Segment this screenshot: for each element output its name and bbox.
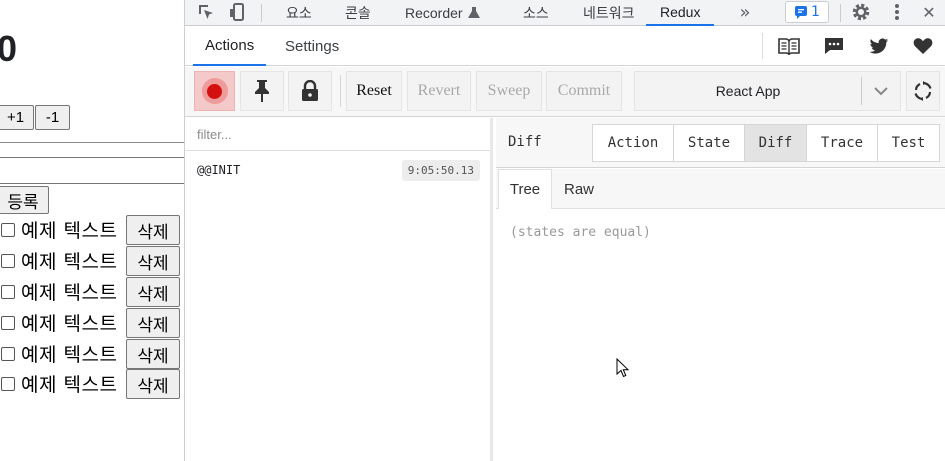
todo-item: 예제 텍스트 삭제 — [0, 276, 184, 307]
record-icon — [201, 78, 228, 104]
increment-button[interactable]: +1 — [0, 105, 34, 130]
mouse-cursor-icon — [616, 357, 630, 382]
todo-text: 예제 텍스트 — [21, 344, 118, 366]
todo-item: 예제 텍스트 삭제 — [0, 214, 184, 245]
tab-actions[interactable]: Actions — [193, 27, 267, 66]
diff-monitor: Diff Action State Diff Trace Test Tree R… — [496, 118, 945, 461]
todo-checkbox[interactable] — [1, 346, 15, 361]
todo-item: 예제 텍스트 삭제 — [0, 307, 184, 338]
sync-icon — [914, 81, 932, 101]
commit-button[interactable]: Commit — [546, 71, 622, 111]
tab-redux[interactable]: Redux — [646, 0, 715, 26]
todo-checkbox[interactable] — [1, 253, 15, 268]
sync-button[interactable] — [906, 71, 940, 111]
diff-subtabs: Tree Raw — [496, 169, 945, 209]
tab-test[interactable]: Test — [877, 124, 940, 162]
delete-button[interactable]: 삭제 — [126, 308, 180, 338]
delete-button[interactable]: 삭제 — [126, 246, 180, 276]
tab-action[interactable]: Action — [592, 124, 674, 162]
devtools-panel: 요소 콘솔 Recorder 소스 네트워크 Redux » 1 ✕ Actio… — [185, 0, 945, 461]
revert-button[interactable]: Revert — [407, 71, 471, 111]
subtab-raw[interactable]: Raw — [554, 169, 604, 209]
list-item[interactable]: @@INIT 9:05:50.13 — [185, 152, 490, 188]
tab-console[interactable]: 콘솔 — [345, 0, 371, 26]
action-time: 9:05:50.13 — [401, 159, 480, 181]
tab-network[interactable]: 네트워크 — [583, 0, 635, 26]
chevron-down-icon — [862, 86, 900, 96]
todo-checkbox[interactable] — [1, 222, 15, 237]
todo-item: 예제 텍스트 삭제 — [0, 245, 184, 276]
tab-elements[interactable]: 요소 — [286, 0, 312, 26]
filter-input[interactable]: filter... — [185, 118, 490, 151]
reset-button[interactable]: Reset — [346, 71, 402, 111]
todo-checkbox[interactable] — [1, 284, 15, 299]
delete-button[interactable]: 삭제 — [126, 369, 180, 399]
todo-text: 예제 텍스트 — [21, 313, 118, 335]
issues-icon — [795, 6, 808, 19]
todo-text: 예제 텍스트 — [21, 374, 118, 396]
instance-select[interactable]: React App — [634, 71, 901, 111]
redux-nav: Actions Settings — [185, 27, 945, 66]
todo-text: 예제 텍스트 — [21, 220, 118, 242]
monitor-title: Diff — [508, 134, 542, 150]
issues-button[interactable]: 1 — [785, 1, 829, 23]
chat-icon[interactable] — [821, 35, 847, 57]
inspect-icon[interactable] — [195, 2, 217, 22]
todo-input[interactable] — [0, 142, 184, 158]
tab-recorder[interactable]: Recorder — [405, 0, 481, 26]
pin-icon — [255, 80, 269, 102]
twitter-icon[interactable] — [866, 35, 892, 57]
register-button[interactable]: 등록 — [0, 186, 49, 214]
lock-icon — [302, 80, 318, 101]
tab-trace[interactable]: Trace — [806, 124, 878, 162]
todo-item: 예제 텍스트 삭제 — [0, 338, 184, 369]
delete-button[interactable]: 삭제 — [126, 277, 180, 307]
subtab-tree[interactable]: Tree — [498, 169, 552, 209]
action-list: filter... @@INIT 9:05:50.13 — [185, 118, 493, 461]
todo-text-input[interactable] — [0, 157, 184, 184]
tab-sources[interactable]: 소스 — [523, 0, 549, 26]
delete-button[interactable]: 삭제 — [126, 339, 180, 369]
tab-settings[interactable]: Settings — [285, 27, 339, 66]
heart-icon[interactable] — [910, 35, 936, 57]
todo-checkbox[interactable] — [1, 315, 15, 330]
diff-message: (states are equal) — [510, 225, 651, 240]
tab-state[interactable]: State — [673, 124, 745, 162]
monitor-header: Diff Action State Diff Trace Test — [496, 118, 945, 168]
todo-text: 예제 텍스트 — [21, 251, 118, 273]
gear-icon[interactable] — [849, 2, 873, 22]
decrement-button[interactable]: -1 — [35, 105, 70, 130]
close-icon[interactable]: ✕ — [917, 2, 941, 22]
device-toggle-icon[interactable] — [227, 2, 249, 22]
sweep-button[interactable]: Sweep — [476, 71, 542, 111]
issues-count: 1 — [811, 4, 820, 20]
counter-value: 0 — [0, 28, 17, 70]
flask-icon — [467, 7, 480, 18]
todo-text: 예제 텍스트 — [21, 282, 118, 304]
instance-name: React App — [715, 83, 781, 99]
devtools-tabbar: 요소 콘솔 Recorder 소스 네트워크 Redux » 1 ✕ — [185, 0, 945, 26]
app-preview: 0 +1 -1 등록 예제 텍스트 삭제 예제 텍스트 삭제 예제 텍스트 삭제… — [0, 0, 185, 461]
kebab-menu-icon[interactable] — [885, 2, 909, 22]
lock-button[interactable] — [288, 71, 332, 111]
pin-button[interactable] — [240, 71, 284, 111]
record-button[interactable] — [194, 71, 235, 111]
tab-recorder-label: Recorder — [405, 5, 463, 21]
action-name: @@INIT — [197, 163, 241, 177]
docs-icon[interactable] — [776, 35, 802, 57]
delete-button[interactable]: 삭제 — [126, 215, 180, 245]
todo-item: 예제 텍스트 삭제 — [0, 368, 184, 399]
tab-diff[interactable]: Diff — [744, 124, 807, 162]
redux-toolbar: Reset Revert Sweep Commit React App — [185, 67, 945, 117]
more-tabs-icon[interactable]: » — [735, 2, 755, 23]
todo-checkbox[interactable] — [1, 376, 15, 391]
